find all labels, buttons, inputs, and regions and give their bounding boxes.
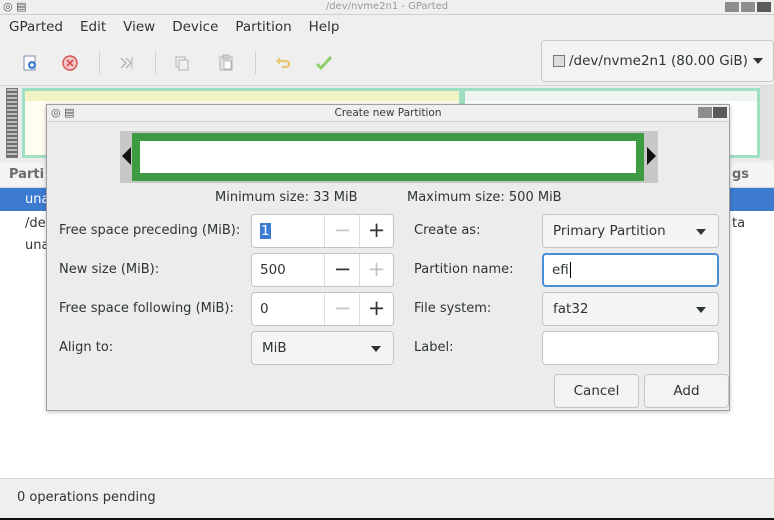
column-header-partition[interactable]: Parti [9,163,44,187]
add-button[interactable]: Add [644,374,729,408]
partition-name-value: efi [552,262,569,278]
free-space-preceding-value[interactable]: 1 [260,215,271,247]
paste-icon[interactable] [213,50,239,76]
unallocated-hatch[interactable] [6,88,18,158]
min-size-label: Minimum size: 33 MiB [215,190,358,205]
new-partition-icon[interactable] [17,50,43,76]
chevron-down-icon [371,346,381,352]
menu-gparted[interactable]: GParted [0,15,71,40]
increment-button[interactable]: + [359,215,394,247]
menu-device[interactable]: Device [163,15,226,40]
close-button[interactable] [757,2,771,12]
delete-icon[interactable] [57,50,83,76]
align-to-value: MiB [262,340,287,356]
copy-icon[interactable] [169,50,195,76]
device-selector-value: /dev/nvme2n1 (80.00 GiB) [569,53,748,69]
apply-icon[interactable] [311,50,337,76]
partition-name-label: Partition name: [414,262,514,277]
create-as-value: Primary Partition [553,223,666,239]
resize-right-handle-icon[interactable] [647,147,656,165]
status-bar: 0 operations pending [0,478,774,519]
menu-edit[interactable]: Edit [71,15,114,40]
cancel-button[interactable]: Cancel [554,374,639,408]
create-partition-dialog: ◎ ▤ Create new Partition Minimum size: 3… [46,104,730,411]
text-caret [569,262,571,278]
file-system-label: File system: [414,301,492,316]
disk-graphic-scrollbar[interactable] [760,86,774,160]
dialog-title: Create new Partition [334,107,442,119]
dialog-window-controls [698,107,727,118]
dialog-maximize-button[interactable] [698,107,712,118]
chevron-down-icon [753,58,763,64]
device-selector[interactable]: /dev/nvme2n1 (80.00 GiB) [541,40,774,82]
decrement-button[interactable]: − [325,293,360,325]
menu-help[interactable]: Help [300,15,348,40]
increment-button[interactable]: + [359,254,394,286]
new-size-value[interactable]: 500 [260,254,286,286]
list-item-flags: ta [732,216,746,231]
dialog-title-bar: ◎ ▤ Create new Partition [47,105,729,122]
label-field-label: Label: [414,340,454,355]
column-header-flags[interactable]: gs [732,163,749,187]
free-space-preceding-label: Free space preceding (MiB): [59,223,241,238]
window-controls [725,2,771,12]
free-space-following-value[interactable]: 0 [260,293,269,325]
chevron-down-icon [696,307,706,313]
menu-partition[interactable]: Partition [226,15,299,40]
new-size-spinner[interactable]: 500 − + [251,253,394,287]
label-input[interactable] [542,331,719,365]
file-system-value: fat32 [553,301,589,317]
window-title: /dev/nvme2n1 - GParted [325,1,449,12]
title-bar: ◎ ▤ /dev/nvme2n1 - GParted [0,0,774,15]
dialog-close-button[interactable] [713,107,727,118]
resize-left-handle-icon[interactable] [122,147,131,165]
free-space-preceding-spinner[interactable]: 1 − + [251,214,394,248]
undo-icon[interactable] [270,50,296,76]
chevron-down-icon [696,229,706,235]
status-text: 0 operations pending [17,490,156,505]
menu-bar: GParted Edit View Device Partition Help [0,15,774,40]
decrement-button[interactable]: − [325,254,360,286]
menu-view[interactable]: View [114,15,163,40]
free-space-following-spinner[interactable]: 0 − + [251,292,394,326]
partition-name-input[interactable]: efi [542,253,719,287]
align-to-dropdown[interactable]: MiB [251,331,394,365]
new-size-label: New size (MiB): [59,262,160,277]
resizer-partition-box[interactable] [132,133,644,181]
create-as-label: Create as: [414,223,481,238]
create-as-dropdown[interactable]: Primary Partition [542,214,719,248]
list-item-name: /de [25,216,46,231]
maximize-button[interactable] [741,2,755,12]
align-to-label: Align to: [59,340,114,355]
disk-icon [553,55,565,67]
file-system-dropdown[interactable]: fat32 [542,292,719,326]
resize-move-icon[interactable] [113,50,139,76]
minimize-button[interactable] [725,2,739,12]
max-size-label: Maximum size: 500 MiB [407,190,562,205]
increment-button[interactable]: + [359,293,394,325]
decrement-button[interactable]: − [325,215,360,247]
free-space-following-label: Free space following (MiB): [59,301,234,316]
